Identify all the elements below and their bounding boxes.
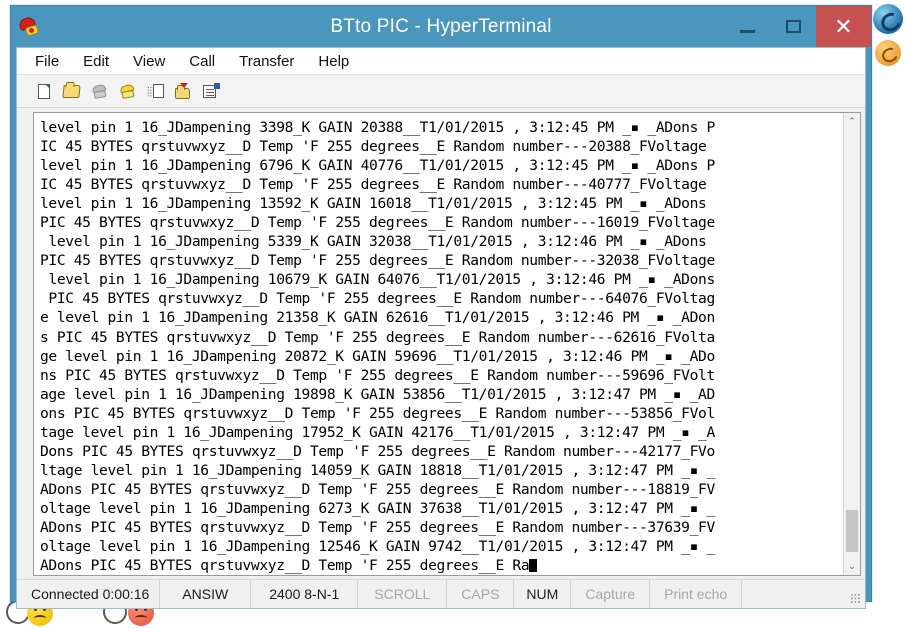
- open-connection-button[interactable]: [59, 79, 84, 103]
- properties-icon: [203, 84, 220, 99]
- menu-call[interactable]: Call: [187, 51, 217, 72]
- send-file-button[interactable]: [143, 79, 168, 103]
- call-button[interactable]: [115, 79, 140, 103]
- terminal-output[interactable]: level pin 1 16_JDampening 3398_K GAIN 20…: [34, 113, 843, 575]
- properties-button[interactable]: [199, 79, 224, 103]
- window-controls: ✕: [724, 6, 871, 47]
- menu-bar: File Edit View Call Transfer Help: [17, 48, 865, 75]
- toolbar: [17, 75, 865, 108]
- receive-file-button[interactable]: [171, 79, 196, 103]
- status-capture: Capture: [571, 580, 650, 608]
- hyperterminal-window: BTto PIC - HyperTerminal ✕ File Edit Vie…: [10, 5, 872, 602]
- phone-hangup-icon: [91, 83, 108, 99]
- orange-ball-icon[interactable]: [875, 40, 901, 66]
- block-cursor: [529, 559, 537, 572]
- scroll-track[interactable]: [844, 130, 860, 558]
- scroll-up-arrow-icon[interactable]: ⌃: [844, 113, 860, 130]
- open-folder-icon: [62, 85, 80, 98]
- disconnect-button: [87, 79, 112, 103]
- status-bar: Connected 0:00:16 ANSIW 2400 8-N-1 SCROL…: [17, 579, 865, 608]
- blue-swirl-icon[interactable]: [873, 4, 903, 34]
- menu-transfer[interactable]: Transfer: [237, 51, 296, 72]
- phone-dial-icon: [119, 83, 136, 99]
- minimize-button[interactable]: [724, 6, 770, 47]
- menu-edit[interactable]: Edit: [81, 51, 111, 72]
- menu-help[interactable]: Help: [316, 51, 351, 72]
- terminal-panel[interactable]: level pin 1 16_JDampening 3398_K GAIN 20…: [33, 112, 861, 576]
- status-line-settings: 2400 8-N-1: [251, 580, 358, 608]
- new-page-icon: [38, 84, 50, 99]
- status-emulation: ANSIW: [160, 580, 251, 608]
- receive-file-icon: [175, 84, 192, 99]
- status-connected: Connected 0:00:16: [17, 580, 160, 608]
- terminal-vertical-scrollbar[interactable]: ⌃ ⌄: [843, 113, 860, 575]
- maximize-button[interactable]: [770, 6, 816, 47]
- resize-grip-icon[interactable]: [850, 593, 861, 604]
- new-connection-button[interactable]: [31, 79, 56, 103]
- terminal-text: level pin 1 16_JDampening 3398_K GAIN 20…: [40, 119, 715, 574]
- status-filler: [742, 580, 865, 608]
- send-file-icon: [147, 84, 164, 99]
- window-client-area: File Edit View Call Transfer Help: [16, 47, 866, 609]
- status-scroll: SCROLL: [358, 580, 447, 608]
- menu-file[interactable]: File: [33, 51, 61, 72]
- status-print-echo: Print echo: [650, 580, 742, 608]
- status-caps: CAPS: [447, 580, 514, 608]
- status-num: NUM: [514, 580, 571, 608]
- terminal-area: level pin 1 16_JDampening 3398_K GAIN 20…: [17, 108, 865, 579]
- close-button[interactable]: ✕: [816, 6, 871, 47]
- title-bar[interactable]: BTto PIC - HyperTerminal ✕: [11, 6, 871, 47]
- menu-view[interactable]: View: [131, 51, 167, 72]
- scroll-thumb[interactable]: [846, 510, 858, 552]
- scroll-down-arrow-icon[interactable]: ⌄: [844, 558, 860, 575]
- hyperterminal-phone-icon: [19, 17, 41, 37]
